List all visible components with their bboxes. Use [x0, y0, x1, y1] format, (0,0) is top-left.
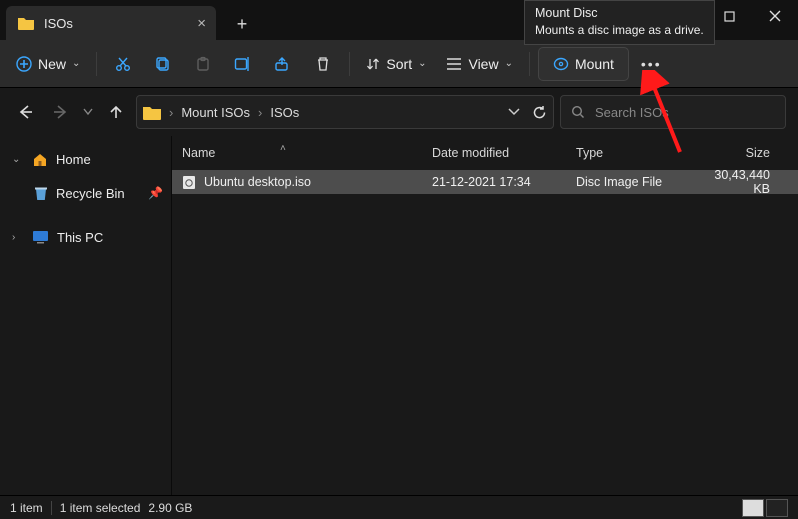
window-tab[interactable]: ISOs × [6, 6, 216, 40]
copy-button[interactable] [145, 47, 181, 81]
file-row[interactable]: Ubuntu desktop.iso 21-12-2021 17:34 Disc… [172, 170, 798, 194]
view-button[interactable]: View ⌄ [438, 47, 520, 81]
tooltip-body: Mounts a disc image as a drive. [535, 22, 704, 38]
command-bar: New ⌄ Sort ⌄ View ⌄ Mount ••• [0, 40, 798, 88]
content-area: ⌄ Home Recycle Bin 📌 › This PC Name ˄ Da… [0, 136, 798, 495]
new-button[interactable]: New ⌄ [8, 47, 88, 81]
file-list-pane: Name ˄ Date modified Type Size Ubuntu de… [172, 136, 798, 495]
breadcrumb-segment[interactable]: Mount ISOs [181, 105, 250, 120]
file-date: 21-12-2021 17:34 [422, 175, 566, 189]
breadcrumb-segment[interactable]: ISOs [270, 105, 299, 120]
column-header-type[interactable]: Type [566, 146, 690, 160]
search-placeholder: Search ISOs [595, 105, 669, 120]
delete-button[interactable] [305, 47, 341, 81]
status-item-count: 1 item [10, 501, 43, 515]
file-type: Disc Image File [566, 175, 690, 189]
sort-button[interactable]: Sort ⌄ [358, 47, 434, 81]
column-header-name[interactable]: Name ˄ [172, 146, 422, 160]
sidebar-item-label: This PC [57, 230, 103, 245]
chevron-down-icon: ⌄ [418, 58, 426, 69]
column-label: Size [746, 146, 770, 160]
tooltip-title: Mount Disc [535, 5, 704, 22]
status-selected-count: 1 item selected [60, 501, 141, 515]
cut-button[interactable] [105, 47, 141, 81]
tab-close-icon[interactable]: × [197, 16, 206, 31]
share-button[interactable] [265, 47, 301, 81]
tab-title: ISOs [44, 16, 73, 31]
up-button[interactable] [102, 98, 130, 126]
forward-button[interactable] [46, 98, 74, 126]
rename-button[interactable] [225, 47, 261, 81]
sort-label: Sort [386, 56, 412, 72]
title-bar: ISOs × + Mount Disc Mounts a disc image … [0, 0, 798, 40]
separator [96, 52, 97, 76]
column-label: Name [182, 146, 215, 160]
new-label: New [38, 56, 66, 72]
sidebar-item-recycle-bin[interactable]: Recycle Bin 📌 [0, 176, 171, 210]
column-headers: Name ˄ Date modified Type Size [172, 136, 798, 170]
sidebar-item-label: Home [56, 152, 91, 167]
chevron-down-icon: ⌄ [72, 58, 80, 69]
file-name: Ubuntu desktop.iso [204, 175, 311, 189]
file-size: 30,43,440 KB [690, 168, 780, 196]
home-icon [32, 152, 48, 167]
recycle-bin-icon [34, 186, 48, 201]
recent-locations-button[interactable] [80, 98, 96, 126]
pin-icon: 📌 [148, 186, 163, 200]
chevron-down-icon: ⌄ [12, 154, 24, 165]
view-mode-switcher [742, 499, 788, 517]
paste-button[interactable] [185, 47, 221, 81]
new-tab-button[interactable]: + [226, 8, 258, 40]
chevron-down-icon: ⌄ [505, 58, 513, 69]
search-input[interactable]: Search ISOs [560, 95, 786, 129]
tab-strip: ISOs × + [0, 0, 258, 40]
folder-icon [143, 105, 161, 120]
more-button[interactable]: ••• [633, 47, 670, 81]
sidebar-item-this-pc[interactable]: › This PC [0, 220, 171, 254]
address-bar[interactable]: › Mount ISOs › ISOs [136, 95, 554, 129]
mount-label: Mount [575, 56, 614, 72]
chevron-right-icon: › [12, 232, 24, 243]
close-window-button[interactable] [752, 0, 798, 32]
back-button[interactable] [12, 98, 40, 126]
status-bar: 1 item 1 item selected 2.90 GB [0, 495, 798, 519]
navigation-tree: ⌄ Home Recycle Bin 📌 › This PC [0, 136, 172, 495]
breadcrumb-sep-icon: › [256, 105, 264, 120]
separator [51, 501, 52, 515]
view-label: View [468, 56, 498, 72]
mount-button[interactable]: Mount [538, 47, 629, 81]
column-header-size[interactable]: Size [690, 146, 780, 160]
column-label: Date modified [432, 146, 509, 160]
search-icon [571, 105, 585, 119]
more-icon: ••• [641, 56, 662, 72]
column-label: Type [576, 146, 603, 160]
mount-tooltip: Mount Disc Mounts a disc image as a driv… [524, 0, 715, 45]
separator [349, 52, 350, 76]
navigation-bar: › Mount ISOs › ISOs Search ISOs [0, 88, 798, 136]
refresh-button[interactable] [532, 105, 547, 120]
column-header-date[interactable]: Date modified [422, 146, 566, 160]
folder-icon [18, 16, 34, 30]
thumbnails-view-button[interactable] [766, 499, 788, 517]
sort-ascending-icon: ˄ [280, 143, 286, 154]
separator [529, 52, 530, 76]
iso-file-icon [182, 175, 196, 190]
this-pc-icon [32, 230, 49, 244]
breadcrumb-sep-icon: › [167, 105, 175, 120]
sidebar-item-home[interactable]: ⌄ Home [0, 142, 171, 176]
sidebar-item-label: Recycle Bin [56, 186, 125, 201]
details-view-button[interactable] [742, 499, 764, 517]
status-selected-size: 2.90 GB [148, 501, 192, 515]
breadcrumb-history-button[interactable] [508, 108, 520, 116]
